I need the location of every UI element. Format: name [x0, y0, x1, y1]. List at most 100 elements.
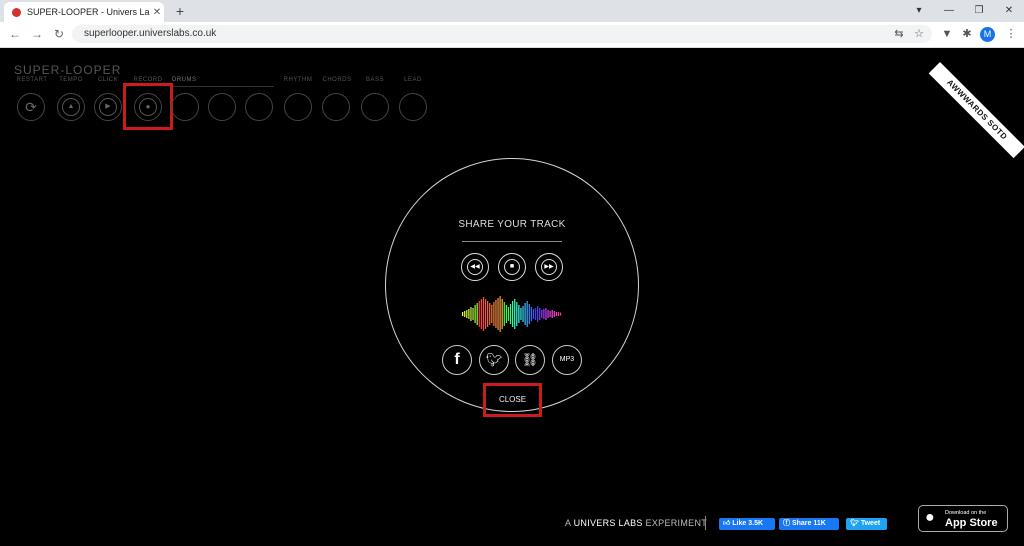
waveform-bar — [491, 305, 493, 323]
facebook-like-button[interactable]: 👍︎ Like 3.5K — [719, 518, 775, 530]
waveform-bar — [555, 312, 557, 316]
waveform-bar — [487, 301, 489, 327]
waveform-bar — [470, 307, 472, 321]
waveform-bar — [534, 308, 537, 320]
forward-icon[interactable]: → — [30, 27, 44, 41]
rhythm-pad[interactable] — [284, 93, 312, 121]
click-button[interactable]: ▶ — [94, 93, 122, 121]
chords-pad[interactable] — [322, 93, 350, 121]
waveform-bar — [530, 307, 532, 321]
facebook-share-button[interactable]: f — [442, 345, 472, 375]
maximize-icon[interactable]: ❐ — [964, 0, 994, 22]
apple-logo-icon: ● — [925, 509, 935, 526]
menu-dots-icon[interactable]: ⋮ — [1004, 27, 1018, 41]
share-dialog — [385, 158, 639, 412]
facebook-share-count-button[interactable]: ⓕ Share 11K — [779, 518, 839, 530]
waveform-bar — [514, 299, 516, 329]
twitter-share-button[interactable]: 🐦︎ — [479, 345, 509, 375]
minimize-icon[interactable]: — — [934, 0, 964, 22]
fast-forward-button[interactable]: ▶▶ — [535, 253, 563, 281]
twitter-bird-icon: 🐦︎ — [485, 352, 503, 367]
waveform-bar — [522, 306, 524, 322]
footer-brand[interactable]: A UNIVERS LABS EXPERIMENT — [565, 518, 707, 528]
waveform-bar — [537, 306, 539, 322]
new-tab-button[interactable]: + — [172, 3, 188, 19]
address-bar: ← → ↻ superlooper.universlabs.co.uk ⇆ ☆ … — [0, 22, 1024, 48]
awwwards-ribbon[interactable]: AWWWARDS SOTD — [928, 62, 1024, 159]
tempo-label: TEMPO — [59, 77, 83, 83]
restart-button[interactable]: ⟳ — [17, 93, 45, 121]
tweet-bird-icon: 🐦︎ — [850, 520, 859, 527]
rewind-button[interactable]: ◀◀ — [461, 253, 489, 281]
waveform-bar — [512, 301, 514, 327]
profile-avatar[interactable]: M — [980, 27, 995, 42]
facebook-circle-icon: ⓕ — [783, 520, 790, 527]
drums-pad-2[interactable] — [208, 93, 236, 121]
tab-title: SUPER-LOOPER - Univers Labs — [27, 7, 150, 17]
share-divider — [462, 241, 562, 242]
fast-forward-icon: ▶▶ — [541, 259, 557, 275]
drums-label: DRUMS — [172, 77, 197, 83]
univers-labs-link[interactable]: UNIVERS LABS — [574, 518, 643, 528]
mp3-label: MP3 — [559, 356, 575, 363]
extension-filter-icon[interactable]: ▼ — [940, 27, 954, 41]
url-input[interactable]: superlooper.universlabs.co.uk — [72, 25, 932, 43]
rewind-icon: ◀◀ — [467, 259, 483, 275]
lead-label: LEAD — [404, 77, 422, 83]
chords-label: CHORDS — [322, 77, 352, 83]
waveform-bar — [476, 303, 478, 325]
waveform-bar — [557, 312, 560, 316]
waveform-bar — [462, 312, 464, 316]
reload-icon[interactable]: ↻ — [52, 27, 66, 41]
waveform-bar — [493, 302, 495, 326]
app-store-badge[interactable]: ● Download on the App Store — [918, 505, 1008, 532]
close-highlight-box — [483, 383, 542, 417]
waveform-bar — [551, 310, 553, 318]
bass-pad[interactable] — [361, 93, 389, 121]
drums-pad-3[interactable] — [245, 93, 273, 121]
rhythm-label: RHYTHM — [283, 77, 313, 83]
waveform-bar — [474, 305, 476, 323]
lead-pad[interactable] — [399, 93, 427, 121]
waveform-bar — [472, 308, 474, 320]
waveform-bar — [507, 307, 510, 321]
waveform-bar — [543, 309, 545, 319]
tab-search-icon[interactable]: ▾ — [904, 0, 934, 22]
stop-icon: ■ — [504, 259, 520, 275]
waveform-bar — [503, 302, 505, 326]
waveform-bar — [528, 304, 530, 324]
like-thumb-icon: 👍︎ — [723, 520, 731, 527]
bass-label: BASS — [365, 77, 384, 83]
waveform-bar — [524, 303, 526, 325]
waveform-bar — [499, 296, 501, 332]
close-window-icon[interactable]: ✕ — [994, 0, 1024, 22]
footer-divider — [705, 516, 706, 530]
waveform-bar — [480, 299, 482, 329]
waveform-bar — [518, 305, 520, 323]
tempo-button[interactable]: ▲ — [57, 93, 85, 121]
tempo-icon: ▲ — [67, 103, 75, 110]
tweet-button[interactable]: 🐦︎ Tweet — [846, 518, 887, 530]
waveform-bar — [478, 301, 480, 327]
copy-link-button[interactable]: ⛓ — [515, 345, 545, 375]
link-icon: ⛓ — [521, 352, 539, 367]
waveform-bar — [495, 300, 497, 328]
close-tab-icon[interactable]: ✕ — [150, 7, 164, 18]
click-label: CLICK — [97, 77, 119, 83]
extensions-puzzle-icon[interactable]: ✱ — [960, 27, 974, 41]
play-icon: ▶ — [105, 103, 111, 110]
browser-tab[interactable]: SUPER-LOOPER - Univers Labs ✕ — [4, 2, 164, 22]
waveform-bar — [545, 308, 547, 320]
mp3-download-button[interactable]: MP3 — [552, 345, 582, 375]
record-highlight-box — [123, 83, 173, 130]
stop-button[interactable]: ■ — [498, 253, 526, 281]
drums-pad-1[interactable] — [171, 93, 199, 121]
translate-icon[interactable]: ⇆ — [892, 27, 906, 41]
bookmark-star-icon[interactable]: ☆ — [912, 27, 926, 41]
waveform-bar — [482, 297, 485, 331]
waveform-bar — [553, 311, 555, 317]
drums-divider — [172, 86, 274, 87]
back-icon[interactable]: ← — [8, 27, 22, 41]
waveform-bar — [484, 299, 487, 329]
share-title: SHARE YOUR TRACK — [458, 219, 566, 230]
